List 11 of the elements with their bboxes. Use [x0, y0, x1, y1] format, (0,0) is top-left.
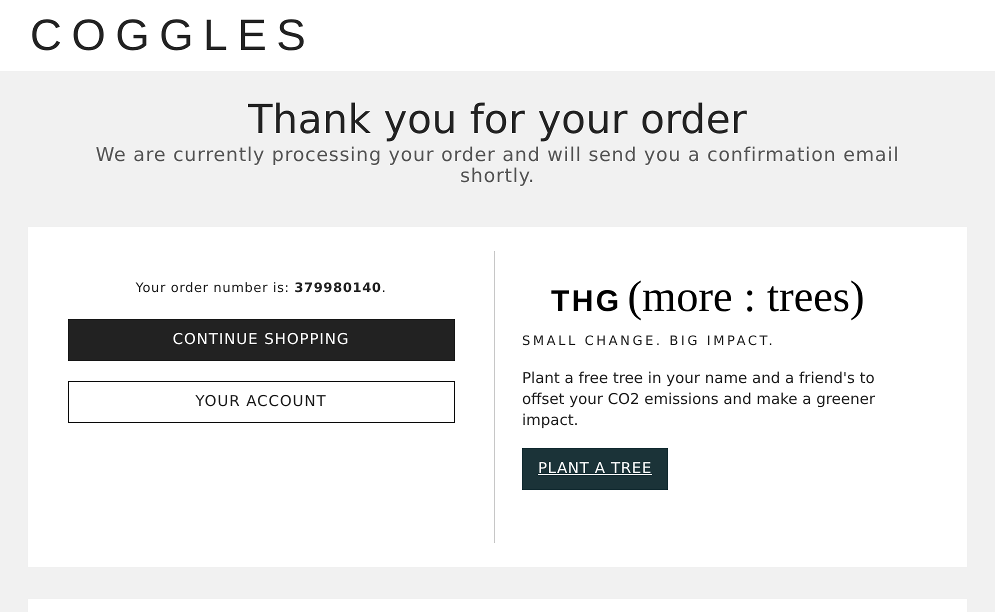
plant-tree-button[interactable]: PLANT A TREE: [522, 448, 668, 490]
logo-tagline: (more : trees): [628, 275, 865, 319]
continue-shopping-button[interactable]: CONTINUE SHOPPING: [68, 318, 454, 360]
promo-text: Plant a free tree in your name and a friend's to offset your CO2 emissions and make a greener impact.: [522, 368, 876, 430]
page-title: Thank you for your order: [248, 96, 747, 145]
logo-brand: THG: [551, 284, 622, 320]
page-subtitle: We are currently processing your order and will send you a confirmation email shortly.: [94, 145, 900, 187]
order-number: Your order number is: 379980140.: [136, 280, 386, 298]
site-logo[interactable]: COGGLES: [30, 14, 316, 58]
promo-slogan: SMALL CHANGE. BIG IMPACT.: [522, 333, 776, 351]
account-button[interactable]: YOUR ACCOUNT: [68, 380, 454, 422]
